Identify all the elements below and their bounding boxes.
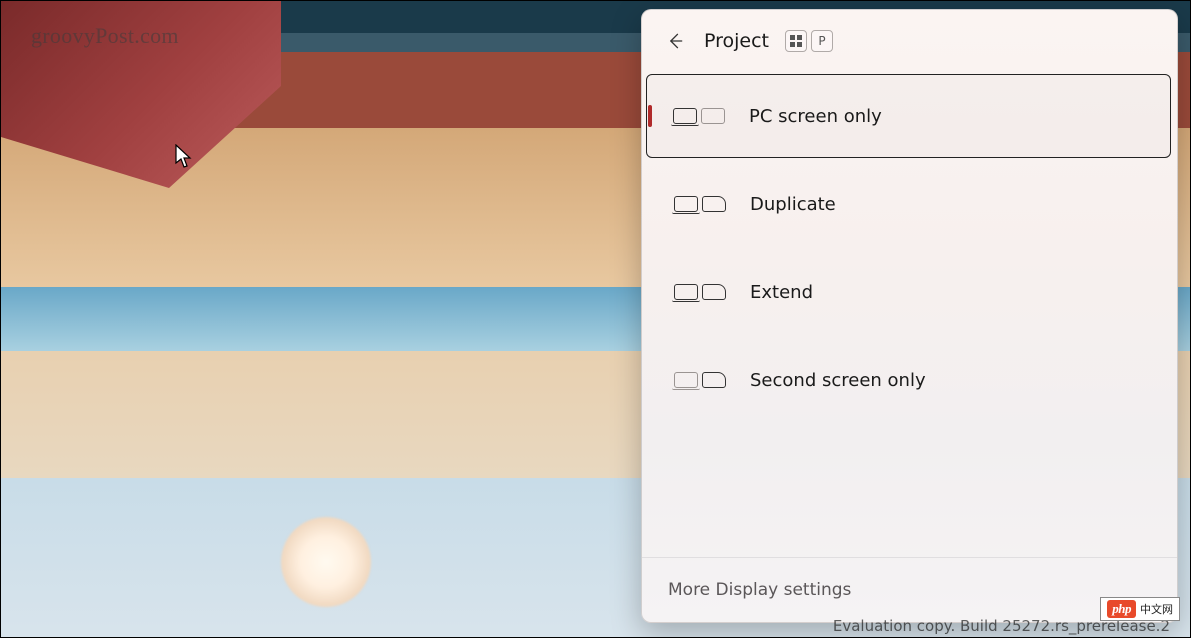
arrow-left-icon: [665, 31, 685, 51]
option-label: Second screen only: [750, 370, 926, 391]
option-label: Extend: [750, 282, 813, 303]
option-second-screen-only[interactable]: Second screen only: [648, 338, 1171, 422]
p-key: P: [811, 30, 833, 52]
mouse-cursor-icon: [175, 144, 193, 170]
windows-key-icon: [785, 30, 807, 52]
pc-only-icon: [673, 108, 729, 124]
option-duplicate[interactable]: Duplicate: [648, 162, 1171, 246]
second-only-icon: [674, 372, 730, 388]
php-logo: php: [1107, 600, 1136, 618]
more-display-settings-link[interactable]: More Display settings: [668, 580, 1151, 600]
option-pc-screen-only[interactable]: PC screen only: [646, 74, 1171, 158]
watermark-text: groovyPost.com: [31, 23, 179, 49]
project-options-list: PC screen only Duplicate Extend: [642, 66, 1177, 557]
desktop-wallpaper: groovyPost.com Project P PC scre: [0, 0, 1191, 638]
duplicate-icon: [674, 196, 730, 212]
panel-footer: More Display settings: [642, 557, 1177, 622]
option-label: Duplicate: [750, 194, 836, 215]
extend-icon: [674, 284, 730, 300]
panel-title: Project: [704, 30, 769, 52]
back-button[interactable]: [660, 26, 690, 56]
shortcut-hint: P: [785, 30, 833, 52]
option-label: PC screen only: [749, 106, 882, 127]
project-panel: Project P PC screen only: [641, 9, 1178, 623]
option-extend[interactable]: Extend: [648, 250, 1171, 334]
php-suffix: 中文网: [1140, 601, 1173, 617]
php-badge: php 中文网: [1100, 597, 1180, 621]
panel-header: Project P: [642, 10, 1177, 66]
